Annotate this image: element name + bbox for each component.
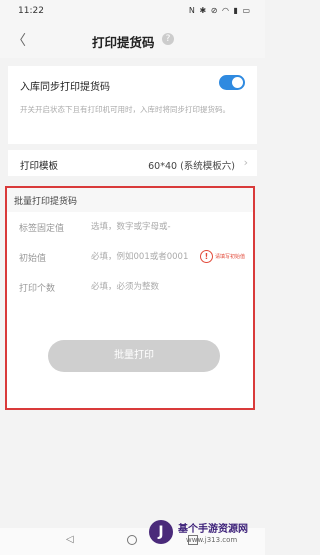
print-template-value: 60*40 (系统模板六) bbox=[148, 161, 235, 172]
initial-value-row: 初始值 ! 请填写初始值 bbox=[7, 242, 253, 272]
help-question-icon[interactable]: ? bbox=[162, 33, 174, 45]
chevron-right-icon: › bbox=[243, 156, 248, 169]
battery-icon: ▭ bbox=[242, 6, 251, 15]
label-fixed-value-row: 标签固定值 bbox=[7, 212, 253, 242]
print-template-label: 打印模板 bbox=[20, 161, 59, 172]
print-template-row[interactable]: 打印模板 60*40 (系统模板六) › bbox=[8, 150, 257, 176]
initial-value-input[interactable] bbox=[91, 247, 195, 267]
print-count-label: 打印个数 bbox=[19, 284, 56, 294]
system-back-icon[interactable]: ◁ bbox=[66, 534, 74, 545]
signal-icon: ▮ bbox=[233, 6, 239, 15]
batch-print-header: 批量打印提货码 bbox=[14, 197, 78, 207]
status-bar: 11:22 N ✱ ⊘ ◠ ▮ ▭ bbox=[0, 0, 265, 22]
sync-print-toggle[interactable] bbox=[219, 75, 245, 90]
bluetooth-icon: ✱ bbox=[199, 6, 208, 15]
batch-print-button[interactable]: 批量打印 bbox=[48, 340, 220, 372]
system-home-icon[interactable] bbox=[127, 535, 137, 545]
status-icons: N ✱ ⊘ ◠ ▮ ▭ bbox=[189, 6, 251, 15]
page-title: 打印提货码 bbox=[92, 35, 155, 50]
print-count-row: 打印个数 bbox=[7, 272, 253, 302]
batch-print-panel: 批量打印提货码 标签固定值 初始值 ! 请填写初始值 打印个数 批量打印 bbox=[5, 186, 255, 410]
batch-print-form: 标签固定值 初始值 ! 请填写初始值 打印个数 批量打印 bbox=[7, 212, 253, 408]
watermark-logo: J bbox=[149, 520, 173, 544]
back-chevron-icon[interactable]: 〈 bbox=[12, 30, 26, 50]
sync-print-description: 开关开启状态下且有打印机可用时，入库时将同步打印提货码。 bbox=[20, 105, 230, 114]
label-fixed-value-label: 标签固定值 bbox=[19, 224, 65, 234]
nav-bar: 〈 打印提货码 ? bbox=[0, 22, 265, 58]
label-fixed-value-input[interactable] bbox=[91, 217, 195, 237]
warning-icon: ! bbox=[200, 250, 213, 263]
wifi-icon: ◠ bbox=[221, 6, 230, 15]
toggle-knob bbox=[232, 77, 243, 88]
sync-print-card: 入库同步打印提货码 开关开启状态下且有打印机可用时，入库时将同步打印提货码。 bbox=[8, 66, 257, 144]
mute-icon: ⊘ bbox=[210, 6, 219, 15]
print-count-input[interactable] bbox=[91, 277, 241, 297]
watermark-url: www.j313.com bbox=[186, 536, 238, 544]
site-watermark: J 基个手游资源网 www.j313.com bbox=[146, 514, 265, 555]
sync-print-label: 入库同步打印提货码 bbox=[20, 82, 110, 93]
status-time: 11:22 bbox=[18, 6, 44, 16]
nfc-icon: N bbox=[188, 6, 196, 15]
initial-value-label: 初始值 bbox=[19, 254, 47, 264]
initial-value-warning: 请填写初始值 bbox=[215, 254, 246, 260]
watermark-title: 基个手游资源网 bbox=[178, 524, 248, 535]
